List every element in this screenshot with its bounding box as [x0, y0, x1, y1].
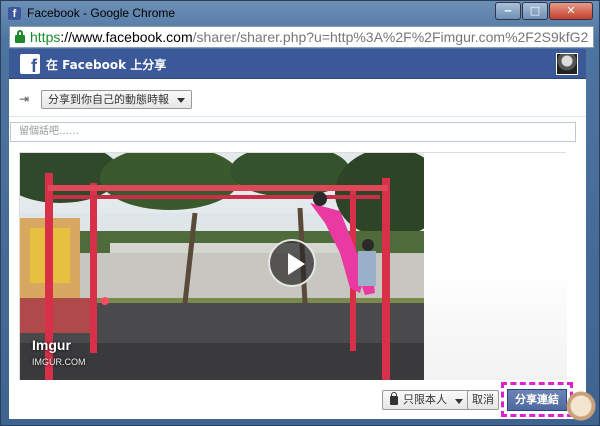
- share-target-dropdown[interactable]: 分享到你自己的動態時報: [41, 90, 192, 109]
- browser-window: f Facebook - Google Chrome ‒ □ ✕ https:/…: [0, 0, 600, 426]
- play-icon: [288, 253, 305, 275]
- dialog-footer: 只限本人 取消 分享連結: [9, 380, 586, 419]
- url-path: /sharer/sharer.php?u=http%3A%2F%2Fimgur.…: [192, 29, 589, 45]
- preview-title: Imgur: [32, 337, 71, 353]
- comment-input[interactable]: 留個話吧……: [10, 122, 576, 142]
- cancel-button[interactable]: 取消: [467, 390, 499, 410]
- watermark-logo: [564, 387, 598, 425]
- url-text[interactable]: https://www.facebook.com/sharer/sharer.p…: [30, 27, 588, 47]
- url-host: ://www.facebook.com: [60, 29, 193, 45]
- share-icon: ⇥: [19, 92, 30, 106]
- preview-domain: IMGUR.COM: [32, 357, 86, 367]
- facebook-favicon-icon: f: [8, 7, 21, 20]
- share-link-button[interactable]: 分享連結: [507, 389, 567, 411]
- url-scheme: https: [30, 29, 61, 45]
- minimize-button[interactable]: ‒: [495, 2, 521, 20]
- playground-photo: [20, 153, 424, 381]
- video-thumbnail[interactable]: Imgur IMGUR.COM: [20, 153, 424, 381]
- audience-selector[interactable]: 只限本人: [382, 390, 470, 410]
- preview-side-panel: [424, 153, 567, 381]
- divider: [9, 116, 586, 117]
- maximize-button[interactable]: □: [522, 2, 548, 20]
- ssl-lock-icon: [15, 30, 25, 43]
- avatar[interactable]: [556, 53, 578, 75]
- chevron-down-icon: [177, 98, 185, 103]
- chevron-down-icon: [455, 399, 463, 404]
- play-button[interactable]: [268, 239, 316, 287]
- share-target-label: 分享到你自己的動態時報: [48, 93, 169, 106]
- window-controls: ‒ □ ✕: [494, 2, 593, 20]
- dialog-header: f 在 Facebook 上分享: [9, 49, 586, 79]
- title-bar: f Facebook - Google Chrome ‒ □ ✕: [1, 1, 600, 25]
- close-button[interactable]: ✕: [549, 2, 593, 20]
- lock-icon: [390, 392, 398, 405]
- address-bar[interactable]: https://www.facebook.com/sharer/sharer.p…: [9, 26, 594, 48]
- dialog-title: 在 Facebook 上分享: [46, 58, 167, 72]
- share-dialog: f 在 Facebook 上分享 ⇥ 分享到你自己的動態時報 留個話吧…… Im…: [9, 49, 586, 419]
- facebook-logo-icon: f: [20, 54, 40, 74]
- link-preview[interactable]: Imgur IMGUR.COM: [19, 152, 567, 381]
- window-title: Facebook - Google Chrome: [27, 6, 176, 20]
- audience-label: 只限本人: [403, 393, 447, 406]
